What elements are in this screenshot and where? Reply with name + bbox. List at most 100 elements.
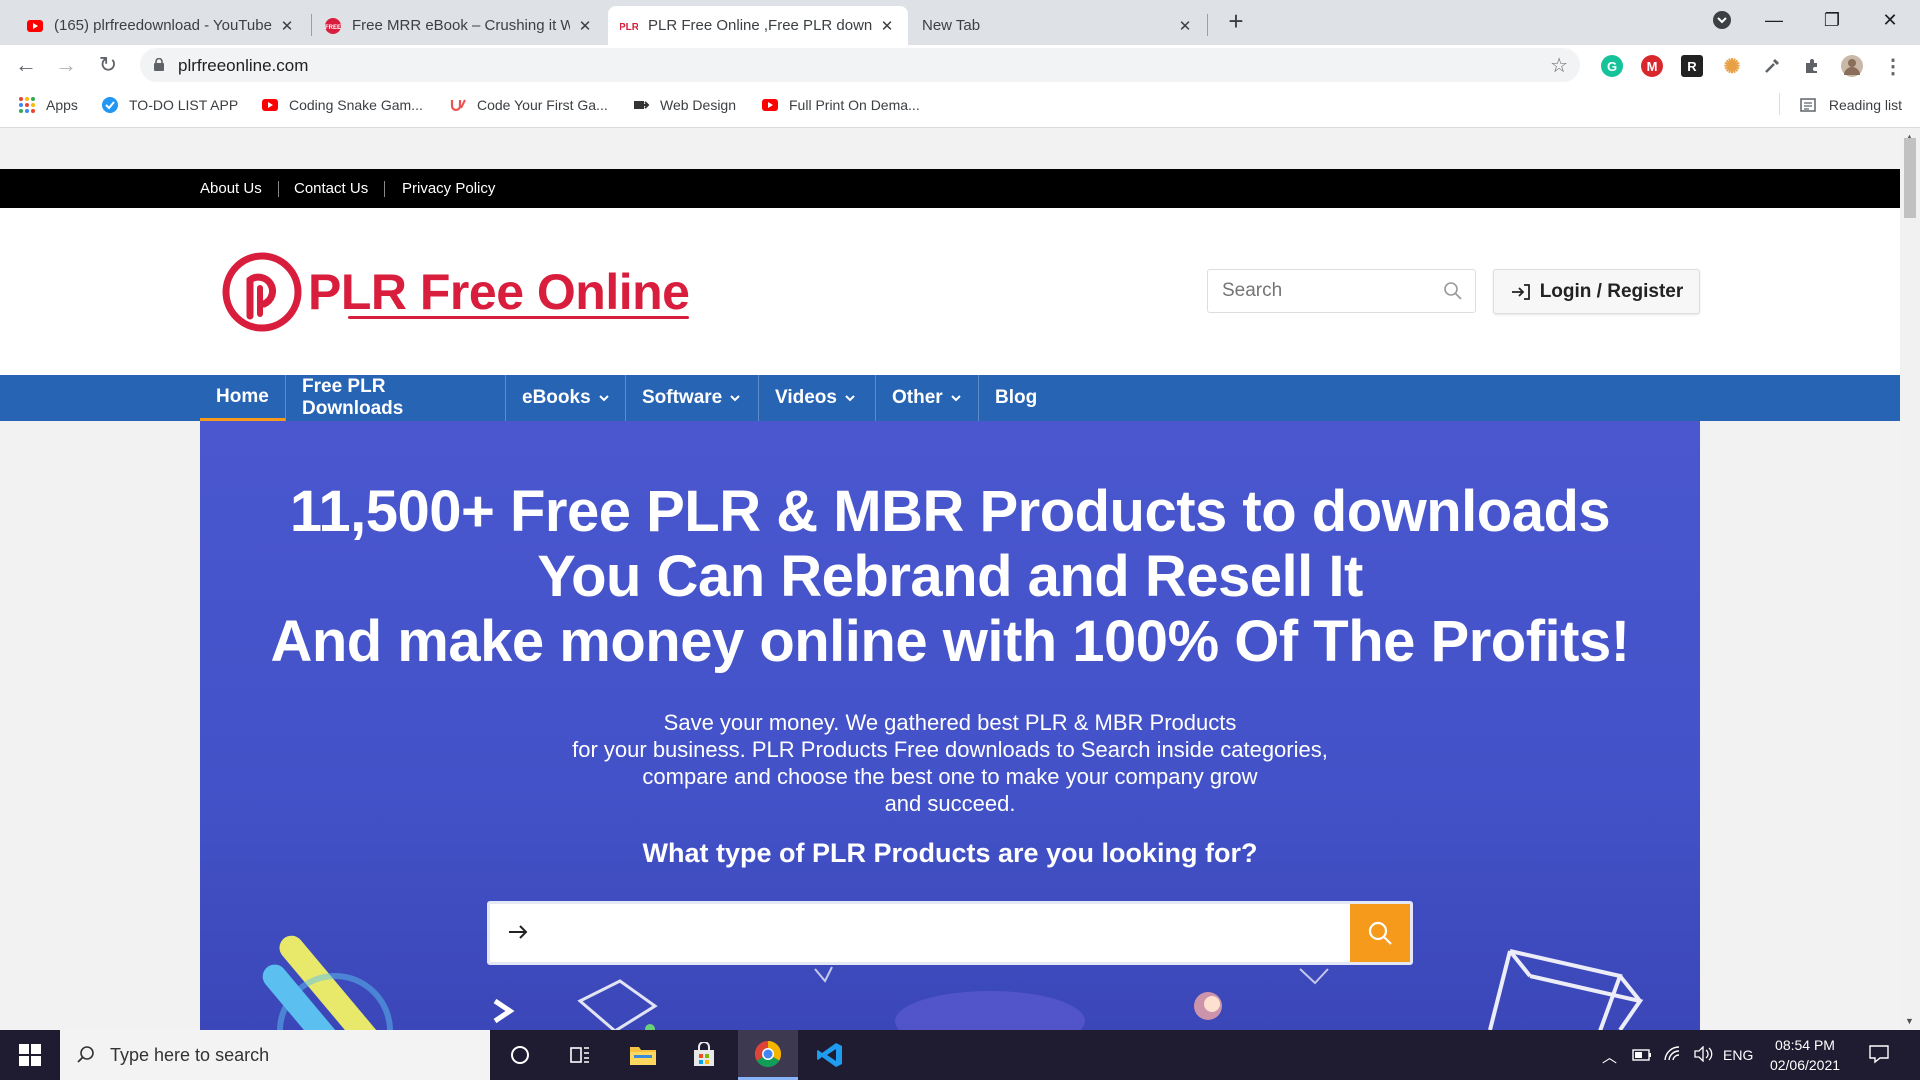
clock-date: 02/06/2021: [1769, 1057, 1841, 1073]
bookmark-web-design[interactable]: Web Design: [632, 96, 736, 114]
reload-button[interactable]: ↻: [94, 51, 122, 79]
search-icon[interactable]: [1443, 281, 1463, 301]
show-hidden-icons-icon[interactable]: ︿: [1602, 1046, 1617, 1067]
tab-new-tab[interactable]: New Tab ✕: [910, 6, 1206, 45]
minimize-button[interactable]: —: [1752, 4, 1796, 36]
plr-icon: PLR: [620, 22, 638, 33]
start-button[interactable]: [0, 1030, 60, 1080]
close-window-button[interactable]: ✕: [1868, 4, 1912, 36]
top-links-bar: About Us Contact Us Privacy Policy: [0, 169, 1900, 208]
page-scrollbar[interactable]: ▲ ▼: [1900, 128, 1920, 1030]
bookmark-label: Web Design: [660, 97, 737, 113]
free-badge-icon: FREE: [325, 17, 341, 34]
nav-home[interactable]: Home: [200, 375, 286, 421]
puzzle-icon[interactable]: [1801, 55, 1823, 77]
battery-icon[interactable]: [1632, 1048, 1652, 1062]
bookmark-code-your-first-game[interactable]: Code Your First Ga...: [449, 96, 608, 114]
wifi-icon[interactable]: [1664, 1046, 1682, 1062]
restore-button[interactable]: ❐: [1810, 4, 1854, 36]
contact-us-link[interactable]: Contact Us: [294, 180, 368, 197]
about-us-link[interactable]: About Us: [200, 180, 262, 197]
tab-plr-free-online[interactable]: PLR PLR Free Online ,Free PLR downlo ✕: [608, 6, 908, 45]
bookmark-label: Apps: [46, 97, 78, 113]
close-icon[interactable]: ✕: [278, 17, 296, 35]
task-view-icon: [570, 1047, 589, 1063]
chevron-down-icon: [950, 394, 961, 401]
store-bag-icon: [694, 1042, 714, 1066]
grammarly-icon[interactable]: G: [1601, 55, 1623, 77]
tab-title: Free MRR eBook – Crushing it Wi: [352, 17, 570, 34]
windows-taskbar: Type here to search ︿ ENG 08:54 PM 02/06…: [0, 1030, 1920, 1080]
hero-search-button[interactable]: [1350, 904, 1410, 962]
address-bar[interactable]: plrfreeonline.com ☆: [140, 48, 1580, 82]
udemy-icon: [450, 99, 466, 112]
main-navigation: Home Free PLR Downloads eBooks Software …: [0, 375, 1900, 421]
microsoft-store-button[interactable]: [674, 1030, 734, 1080]
nav-ebooks[interactable]: eBooks: [506, 375, 626, 421]
bookmark-label: TO-DO LIST APP: [129, 97, 239, 113]
tab-separator: [1207, 14, 1208, 36]
scroll-thumb[interactable]: [1904, 138, 1916, 218]
bookmark-todo-list-app[interactable]: TO-DO LIST APP: [101, 96, 238, 114]
taskbar-search-box[interactable]: Type here to search: [60, 1030, 490, 1080]
apps-grid-icon: [19, 97, 35, 113]
nav-blog[interactable]: Blog: [979, 375, 1059, 421]
bookmark-full-print-on-demand[interactable]: Full Print On Dema...: [761, 96, 920, 114]
close-icon[interactable]: ✕: [878, 17, 896, 35]
page-viewport: About Us Contact Us Privacy Policy PLR F…: [0, 128, 1900, 1030]
cortana-button[interactable]: [490, 1030, 550, 1080]
file-explorer-button[interactable]: [613, 1030, 673, 1080]
r-extension-icon[interactable]: R: [1681, 55, 1703, 77]
bookmark-apps[interactable]: Apps: [18, 96, 78, 114]
task-view-button[interactable]: [550, 1030, 610, 1080]
tab-search-button[interactable]: [1700, 4, 1744, 36]
browser-toolbar: ← → ↻ plrfreeonline.com ☆ G M R ✺ ⋮: [0, 45, 1920, 85]
youtube-icon: [27, 19, 43, 32]
input-language[interactable]: ENG: [1723, 1047, 1753, 1063]
reading-list-button[interactable]: Reading list: [1799, 96, 1902, 114]
login-register-button[interactable]: Login / Register: [1493, 269, 1700, 314]
header-search-input[interactable]: [1208, 270, 1438, 312]
vscode-taskbar-button[interactable]: [800, 1030, 860, 1080]
hero-subtitle: Save your money. We gathered best PLR & …: [572, 710, 1328, 816]
forward-button[interactable]: →: [52, 51, 80, 79]
mega-icon[interactable]: M: [1641, 55, 1663, 77]
menu-kebab-icon[interactable]: ⋮: [1882, 55, 1904, 78]
tab-title: (165) plrfreedownload - YouTube: [54, 17, 272, 34]
cortana-circle-icon: [511, 1046, 529, 1064]
volume-icon[interactable]: [1693, 1046, 1713, 1062]
tab-youtube[interactable]: (165) plrfreedownload - YouTube ✕: [14, 6, 308, 45]
clock-time: 08:54 PM: [1775, 1037, 1835, 1053]
nav-free-plr-downloads[interactable]: Free PLR Downloads: [286, 375, 506, 421]
hero-search-box[interactable]: [487, 901, 1413, 965]
hero-search-input[interactable]: [546, 904, 1336, 962]
privacy-policy-link[interactable]: Privacy Policy: [402, 180, 495, 197]
hero-title: 11,500+ Free PLR & MBR Products to downl…: [270, 479, 1630, 674]
close-icon[interactable]: ✕: [1176, 17, 1194, 35]
back-button[interactable]: ←: [12, 51, 40, 79]
bookmark-star-icon[interactable]: ☆: [1550, 53, 1568, 78]
tab-title: PLR Free Online ,Free PLR downlo: [648, 17, 872, 34]
nav-software[interactable]: Software: [626, 375, 759, 421]
login-icon: [1511, 283, 1530, 300]
chevron-down-icon: [598, 394, 609, 401]
search-icon: [1368, 921, 1392, 945]
bookmark-coding-snake-game[interactable]: Coding Snake Gam...: [261, 96, 423, 114]
system-clock[interactable]: 08:54 PM 02/06/2021: [1760, 1035, 1850, 1075]
nav-videos[interactable]: Videos: [759, 375, 876, 421]
close-icon[interactable]: ✕: [576, 17, 594, 35]
gear-extension-icon[interactable]: ✺: [1721, 55, 1743, 78]
tab-strip: (165) plrfreedownload - YouTube ✕ FREE F…: [0, 0, 1920, 45]
url-text: plrfreeonline.com: [178, 56, 309, 75]
header-search-box[interactable]: [1207, 269, 1476, 313]
scroll-down-arrow-icon[interactable]: ▼: [1905, 1016, 1914, 1026]
profile-avatar[interactable]: [1841, 55, 1863, 77]
notifications-icon[interactable]: [1868, 1044, 1890, 1064]
chrome-taskbar-button[interactable]: [738, 1030, 798, 1080]
tab-free-mrr-ebook[interactable]: FREE Free MRR eBook – Crushing it Wi ✕: [312, 6, 606, 45]
eyedropper-icon[interactable]: [1761, 55, 1783, 77]
site-logo[interactable]: PLR Free Online: [222, 252, 690, 332]
nav-other[interactable]: Other: [876, 375, 979, 421]
new-tab-button[interactable]: +: [1222, 8, 1250, 36]
bookmark-label: Code Your First Ga...: [477, 97, 608, 113]
